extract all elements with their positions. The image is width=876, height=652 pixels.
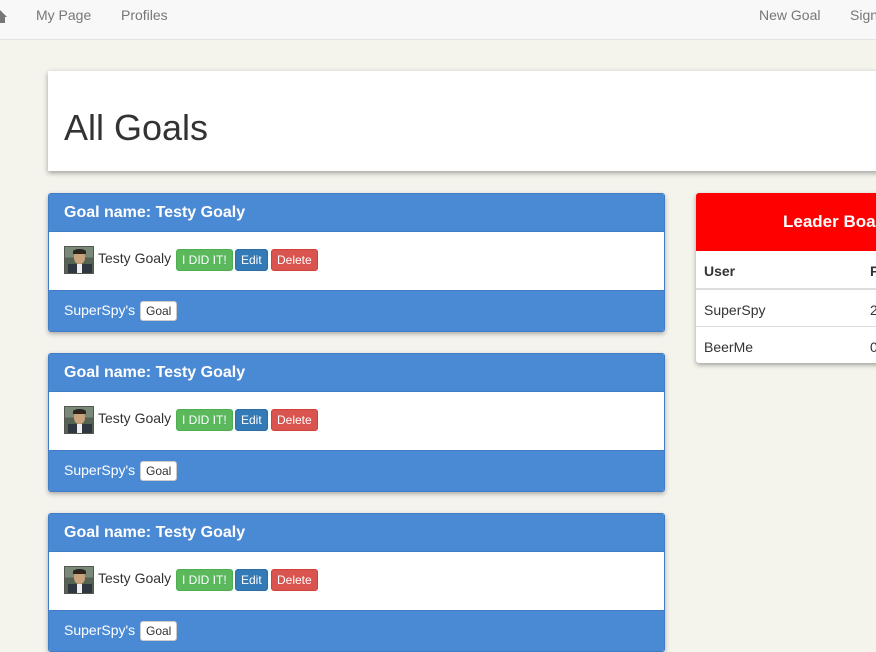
nav-sign[interactable]: Sign <box>850 0 876 40</box>
goal-user-name: Testy Goaly <box>98 570 172 586</box>
avatar <box>64 246 94 274</box>
goal-user-name: Testy Goaly <box>98 410 172 426</box>
home-icon[interactable] <box>0 8 8 24</box>
i-did-it-button[interactable]: I DID IT! <box>176 569 233 591</box>
delete-button[interactable]: Delete <box>271 569 318 591</box>
leader-points: 2 <box>870 302 876 318</box>
leader-user: BeerMe <box>704 339 754 355</box>
goal-name: Goal name: Testy Goaly <box>49 194 664 232</box>
goal-body: Testy Goaly I DID IT! Edit Delete <box>49 392 664 450</box>
goal-panel: Goal name: Testy Goaly Testy Goaly I DID… <box>48 193 665 332</box>
goal-footer: SuperSpy's Goal <box>49 450 664 491</box>
avatar <box>64 406 94 434</box>
edit-button[interactable]: Edit <box>235 249 268 271</box>
page-title: All Goals <box>64 107 209 148</box>
i-did-it-button[interactable]: I DID IT! <box>176 409 233 431</box>
goal-owner: SuperSpy's <box>64 462 136 478</box>
nav-profiles[interactable]: Profiles <box>121 0 168 40</box>
leader-points: 0 <box>870 339 876 355</box>
goal-panel: Goal name: Testy Goaly Testy Goaly I DID… <box>48 353 665 492</box>
goal-body: Testy Goaly I DID IT! Edit Delete <box>49 552 664 610</box>
goal-footer: SuperSpy's Goal <box>49 290 664 331</box>
nav-my-page[interactable]: My Page <box>36 0 91 40</box>
goal-user-name: Testy Goaly <box>98 250 172 266</box>
goal-badge[interactable]: Goal <box>140 301 178 321</box>
table-row: BeerMe 0 <box>696 327 876 363</box>
table-row: SuperSpy 2 <box>696 290 876 327</box>
leaderboard-header-row: User P <box>696 251 876 290</box>
delete-button[interactable]: Delete <box>271 249 318 271</box>
column-user: User <box>704 263 736 279</box>
i-did-it-button[interactable]: I DID IT! <box>176 249 233 271</box>
leaderboard: Leader Boa User P SuperSpy 2 BeerMe 0 <box>696 193 876 363</box>
navbar: My Page Profiles New Goal Sign <box>0 0 876 40</box>
goal-name: Goal name: Testy Goaly <box>49 354 664 392</box>
nav-new-goal[interactable]: New Goal <box>759 0 820 40</box>
leader-user: SuperSpy <box>704 302 766 318</box>
page-header: All Goals <box>48 71 876 171</box>
goal-owner: SuperSpy's <box>64 302 136 318</box>
goal-owner: SuperSpy's <box>64 622 136 638</box>
goal-name: Goal name: Testy Goaly <box>49 514 664 552</box>
column-points: P <box>870 263 876 279</box>
avatar <box>64 566 94 594</box>
delete-button[interactable]: Delete <box>271 409 318 431</box>
leaderboard-title: Leader Boa <box>696 193 876 251</box>
goal-badge[interactable]: Goal <box>140 621 178 641</box>
goal-footer: SuperSpy's Goal <box>49 610 664 651</box>
edit-button[interactable]: Edit <box>235 409 268 431</box>
goal-body: Testy Goaly I DID IT! Edit Delete <box>49 232 664 290</box>
edit-button[interactable]: Edit <box>235 569 268 591</box>
goal-panel: Goal name: Testy Goaly Testy Goaly I DID… <box>48 513 665 652</box>
goal-badge[interactable]: Goal <box>140 461 178 481</box>
